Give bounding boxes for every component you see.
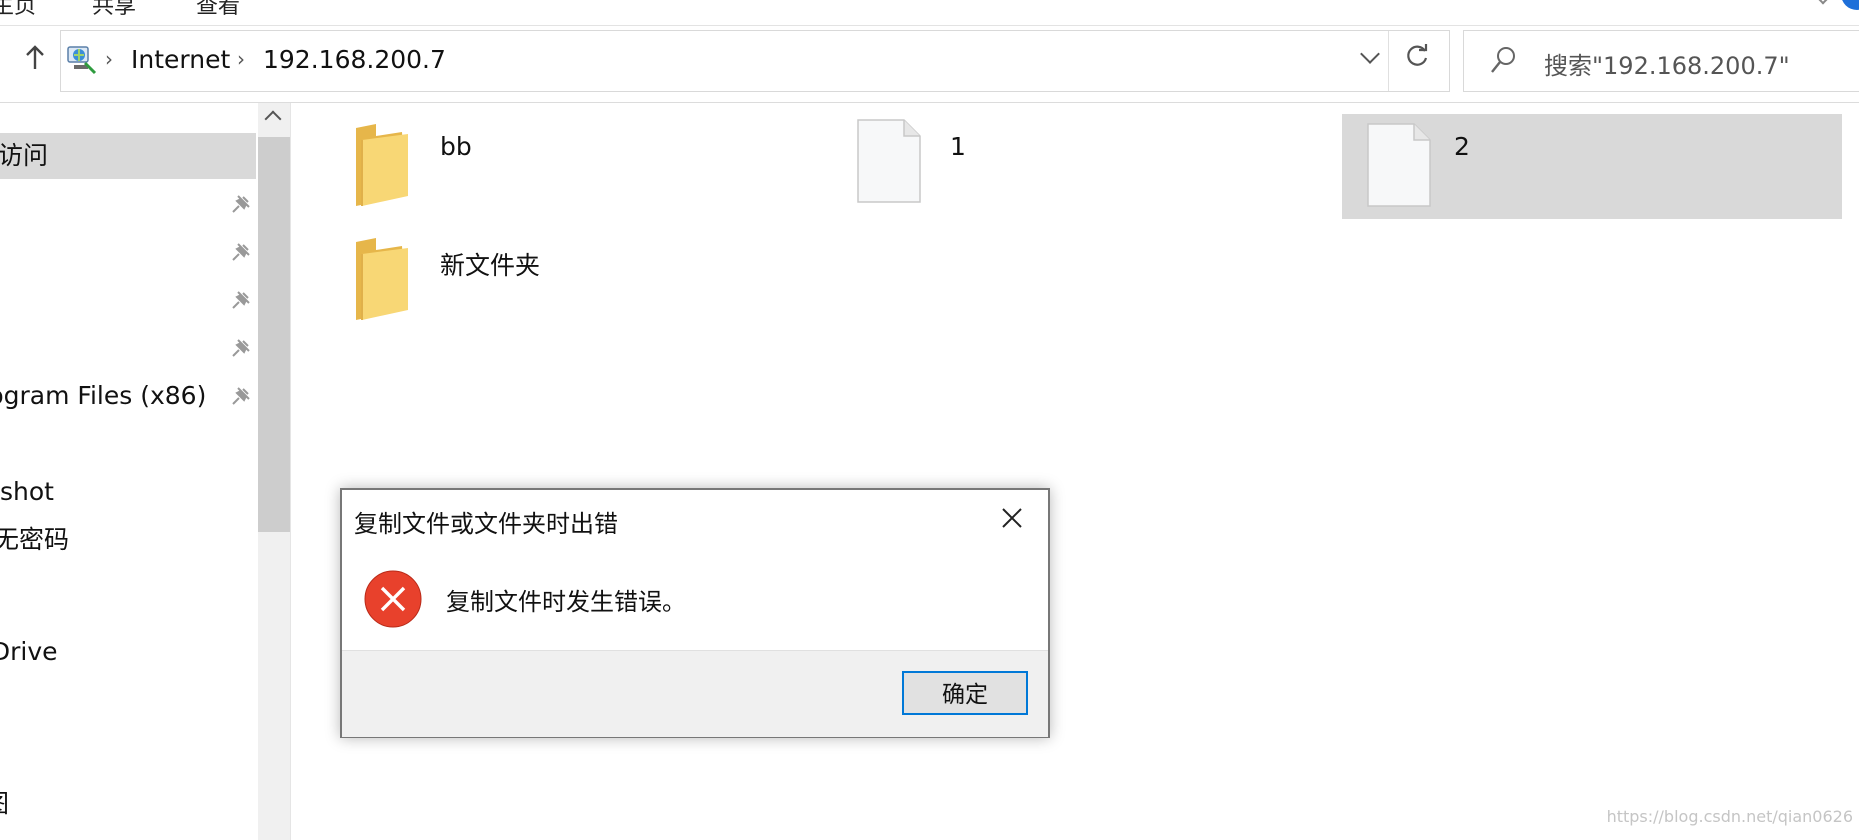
folder-icon bbox=[356, 238, 408, 320]
folder-item-bb[interactable]: bb bbox=[340, 112, 820, 217]
sidebar-item-no-password[interactable]: 无密码 bbox=[0, 517, 256, 563]
error-dialog: 复制文件或文件夹时出错 复制文件时发生错误。 确定 bbox=[340, 488, 1050, 738]
ok-button[interactable]: 确定 bbox=[902, 671, 1028, 715]
breadcrumb-separator-icon[interactable]: › bbox=[105, 47, 113, 71]
pin-icon[interactable] bbox=[230, 337, 252, 359]
ribbon-expand-icon[interactable] bbox=[1814, 0, 1832, 5]
file-item-1[interactable]: 1 bbox=[846, 112, 1326, 217]
search-input[interactable]: 搜索"192.168.200.7" bbox=[1544, 46, 1790, 81]
pin-icon[interactable] bbox=[230, 241, 252, 263]
breadcrumb-separator-icon[interactable]: › bbox=[237, 47, 245, 71]
network-globe-icon bbox=[67, 46, 97, 75]
folder-icon bbox=[356, 124, 408, 206]
dialog-title: 复制文件或文件夹时出错 bbox=[354, 510, 618, 538]
sidebar-item[interactable] bbox=[0, 181, 256, 227]
ribbon-bar: 主页 共享 查看 bbox=[0, 0, 1859, 26]
sidebar-item[interactable] bbox=[0, 229, 256, 275]
pin-icon[interactable] bbox=[230, 385, 252, 407]
close-icon[interactable] bbox=[996, 502, 1028, 534]
tab-share[interactable]: 共享 bbox=[92, 0, 136, 20]
sidebar-item-program-files-x86[interactable]: Program Files (x86) bbox=[0, 373, 256, 419]
scroll-up-icon[interactable] bbox=[264, 110, 282, 128]
refresh-icon bbox=[1407, 44, 1428, 66]
help-icon[interactable] bbox=[1841, 0, 1859, 10]
sidebar-item[interactable] bbox=[0, 277, 256, 323]
address-divider bbox=[1388, 31, 1389, 91]
pin-icon[interactable] bbox=[230, 193, 252, 215]
breadcrumb-host[interactable]: 192.168.200.7 bbox=[263, 45, 446, 74]
history-dropdown-icon[interactable] bbox=[1360, 44, 1380, 64]
up-button[interactable] bbox=[20, 45, 50, 79]
tab-view[interactable]: 查看 bbox=[196, 0, 240, 20]
address-bar[interactable]: › Internet › 192.168.200.7 bbox=[60, 30, 1450, 92]
search-box[interactable]: 搜索"192.168.200.7" bbox=[1463, 30, 1859, 92]
error-icon bbox=[364, 570, 422, 628]
dialog-message: 复制文件时发生错误。 bbox=[446, 588, 686, 616]
file-icon bbox=[1367, 123, 1431, 207]
pin-icon[interactable] bbox=[230, 289, 252, 311]
navigation-pane: 快速访问 Program Files (x86) Screenshot 无密码 … bbox=[0, 103, 258, 840]
tab-home[interactable]: 主页 bbox=[0, 0, 36, 20]
refresh-button[interactable] bbox=[1399, 41, 1435, 79]
file-item-2[interactable]: 2 bbox=[1342, 114, 1842, 219]
sidebar-item[interactable] bbox=[0, 325, 256, 371]
scrollbar-thumb[interactable] bbox=[258, 137, 290, 532]
dialog-footer: 确定 bbox=[342, 650, 1048, 737]
sidebar-item-screenshot[interactable]: Screenshot bbox=[0, 469, 256, 515]
sidebar-item-onedrive[interactable]: OneDrive bbox=[0, 629, 256, 675]
folder-item-new-folder[interactable]: 新文件夹 bbox=[340, 226, 820, 331]
file-icon bbox=[857, 119, 921, 203]
sidebar-item-pictures[interactable]: 图 bbox=[0, 781, 256, 827]
arrow-up-icon bbox=[26, 45, 44, 69]
search-icon bbox=[1491, 47, 1515, 73]
sidebar-scrollbar[interactable] bbox=[258, 103, 290, 840]
breadcrumb-internet[interactable]: Internet bbox=[131, 45, 230, 74]
pane-divider bbox=[290, 103, 291, 840]
sidebar-item-quick-access[interactable]: 快速访问 bbox=[0, 133, 256, 179]
watermark: https://blog.csdn.net/qian0626 bbox=[1606, 807, 1853, 826]
